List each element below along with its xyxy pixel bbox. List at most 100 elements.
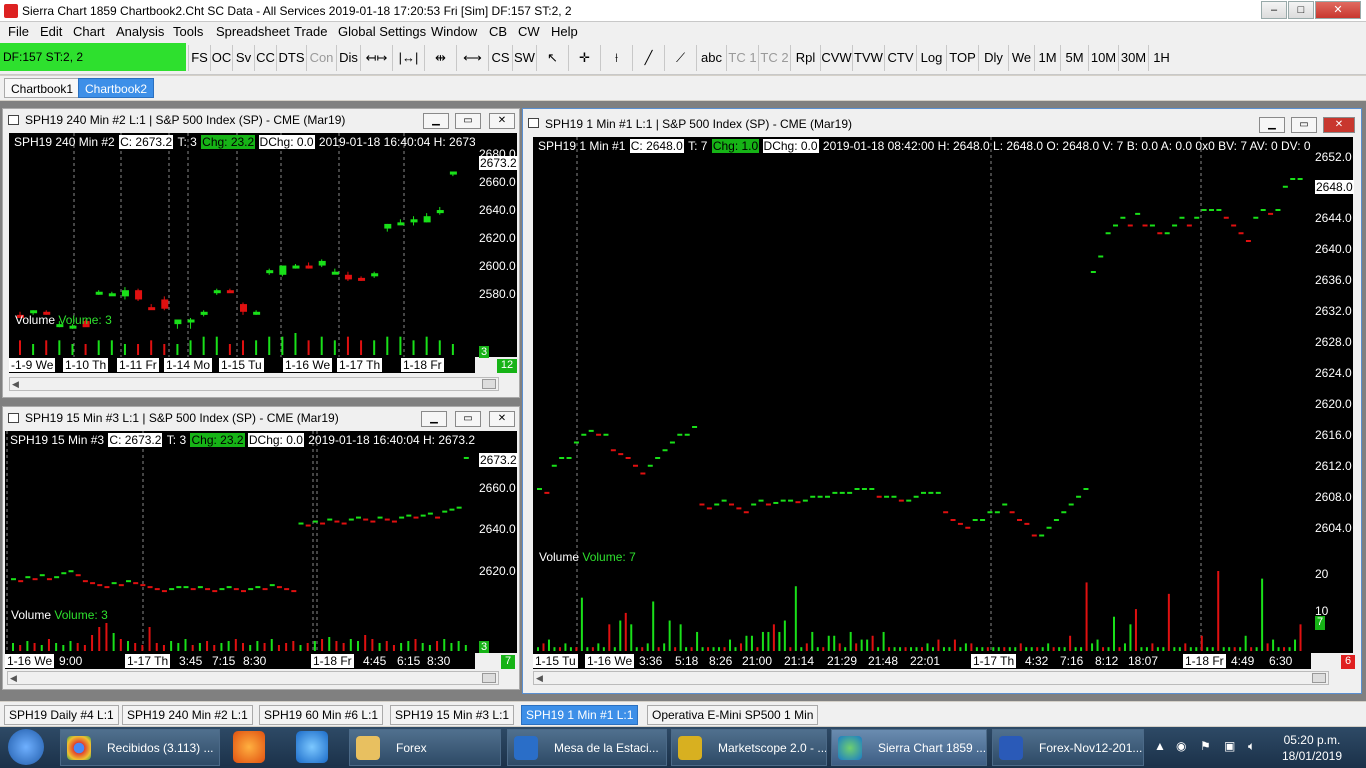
toolbar-button-14[interactable]: ✛ (568, 45, 600, 71)
toolbar-button-25[interactable]: Log (916, 45, 946, 71)
toolbar-button-33[interactable]: 1H (1148, 45, 1174, 71)
minimize-button[interactable]: – (1261, 1, 1287, 19)
menu-window[interactable]: Window (431, 24, 477, 39)
menu-cw[interactable]: CW (518, 24, 540, 39)
toolbar-button-15[interactable]: ⟊ (600, 45, 632, 71)
tab-daily[interactable]: SPH19 Daily #4 L:1 (4, 705, 119, 725)
tab-chartbook1[interactable]: Chartbook1 (4, 78, 81, 98)
menu-file[interactable]: File (8, 24, 29, 39)
internet-explorer-icon[interactable] (296, 731, 328, 763)
toolbar-button-3[interactable]: CC (254, 45, 276, 71)
menu-analysis[interactable]: Analysis (116, 24, 164, 39)
tab-60min[interactable]: SPH19 60 Min #6 L:1 (259, 705, 384, 725)
restore-icon[interactable]: ▭ (455, 411, 481, 427)
minimize-icon[interactable]: ▁ (421, 411, 447, 427)
menu-edit[interactable]: Edit (40, 24, 62, 39)
close-icon[interactable]: ✕ (1323, 117, 1355, 133)
taskbar-item-chrome[interactable]: Recibidos (3.113) ... (60, 729, 220, 766)
toolbar-button-4[interactable]: DTS (276, 45, 306, 71)
scroll-thumb[interactable] (482, 379, 496, 389)
toolbar-button-26[interactable]: TOP (946, 45, 978, 71)
toolbar-button-13[interactable]: ↖ (536, 45, 568, 71)
menu-spreadsheet[interactable]: Spreadsheet (216, 24, 290, 39)
scroll-thumb[interactable] (1312, 673, 1326, 683)
minimize-icon[interactable]: ▁ (423, 113, 449, 129)
tab-15min[interactable]: SPH19 15 Min #3 L:1 (390, 705, 515, 725)
toolbar-button-2[interactable]: Sv (232, 45, 254, 71)
toolbar-button-19[interactable]: TC 1 (726, 45, 758, 71)
chart-window-1min[interactable]: SPH19 1 Min #1 L:1 | S&P 500 Index (SP) … (522, 108, 1362, 694)
time-axis-15[interactable]: 1-16 We 9:00 1-17 Th 3:45 7:15 8:30 1-18… (5, 653, 475, 669)
firefox-icon[interactable] (233, 731, 265, 763)
price-axis-240[interactable]: 2680.0 2673.2 2660.0 2640.0 2620.0 2600.… (475, 133, 518, 358)
menu-chart[interactable]: Chart (73, 24, 105, 39)
toolbar-button-9[interactable]: ⇹ (424, 45, 456, 71)
scroll-left-icon[interactable]: ◀ (12, 379, 19, 390)
tab-operativa[interactable]: Operativa E-Mini SP500 1 Min (647, 705, 819, 725)
price-plot-240[interactable]: SPH19 240 Min #2 C: 2673.2 T: 3 Chg: 23.… (9, 133, 509, 357)
close-icon[interactable]: ✕ (489, 411, 515, 427)
price-axis-1[interactable]: 2652.0 2648.0 2644.0 2640.0 2636.0 2632.… (1311, 137, 1354, 653)
toolbar-button-27[interactable]: Dly (978, 45, 1008, 71)
maximize-button[interactable]: □ (1288, 1, 1314, 19)
toolbar-button-8[interactable]: |↔| (392, 45, 424, 71)
toolbar-button-32[interactable]: 30M (1118, 45, 1148, 71)
toolbar-button-30[interactable]: 5M (1060, 45, 1088, 71)
menu-tools[interactable]: Tools (173, 24, 203, 39)
taskbar-item-word[interactable]: Forex-Nov12-201... (992, 729, 1144, 766)
toolbar-button-7[interactable]: ↤↦ (360, 45, 392, 71)
toolbar-button-28[interactable]: We (1008, 45, 1034, 71)
chart-window-240min[interactable]: SPH19 240 Min #2 L:1 | S&P 500 Index (SP… (2, 108, 520, 398)
tab-chartbook2[interactable]: Chartbook2 (78, 78, 155, 98)
time-axis-1[interactable]: 1-15 Tu 1-16 We 3:36 5:18 8:26 21:00 21:… (533, 653, 1311, 669)
close-icon[interactable]: ✕ (489, 113, 515, 129)
toolbar-button-17[interactable]: ⟋ (664, 45, 696, 71)
volume-icon[interactable]: 🔈︎ (1248, 739, 1255, 754)
start-button[interactable] (8, 729, 44, 765)
menu-global-settings[interactable]: Global Settings (338, 24, 426, 39)
toolbar-button-29[interactable]: 1M (1034, 45, 1060, 71)
toolbar-button-11[interactable]: CS (488, 45, 512, 71)
menu-trade[interactable]: Trade (294, 24, 327, 39)
taskbar-item-forex[interactable]: Forex (349, 729, 501, 766)
toolbar-button-22[interactable]: CVW (820, 45, 852, 71)
price-plot-1[interactable]: SPH19 1 Min #1 C: 2648.0 T: 7 Chg: 1.0 D… (533, 137, 1311, 653)
toolbar-button-23[interactable]: TVW (852, 45, 884, 71)
network-status-icon[interactable]: ◉ (1176, 739, 1186, 753)
toolbar-button-20[interactable]: TC 2 (758, 45, 790, 71)
tab-1min[interactable]: SPH19 1 Min #1 L:1 (521, 705, 639, 725)
toolbar-button-1[interactable]: OC (210, 45, 232, 71)
toolbar-button-10[interactable]: ⟷ (456, 45, 488, 71)
menu-cb[interactable]: CB (489, 24, 507, 39)
horizontal-scrollbar[interactable]: ◀ (9, 377, 499, 391)
toolbar-button-24[interactable]: CTV (884, 45, 916, 71)
menu-help[interactable]: Help (551, 24, 578, 39)
toolbar-button-6[interactable]: Dis (336, 45, 360, 71)
taskbar-item-marketscope[interactable]: Marketscope 2.0 - ... (671, 729, 827, 766)
monitor-icon[interactable]: ▣ (1224, 739, 1235, 753)
system-clock[interactable]: 05:20 p.m. 18/01/2019 (1282, 732, 1342, 764)
toolbar-button-5[interactable]: Con (306, 45, 336, 71)
toolbar-button-0[interactable]: FS (188, 45, 210, 71)
restore-icon[interactable]: ▭ (455, 113, 481, 129)
time-axis-240[interactable]: -1-9 We 1-10 Th 1-11 Fr 1-14 Mo 1-15 Tu … (9, 357, 475, 373)
toolbar-button-21[interactable]: Rpl (790, 45, 820, 71)
horizontal-scrollbar[interactable]: ◀ (533, 671, 1329, 685)
taskbar-item-mesa[interactable]: Mesa de la Estaci... (507, 729, 667, 766)
toolbar-button-12[interactable]: SW (512, 45, 536, 71)
minimize-icon[interactable]: ▁ (1259, 117, 1285, 133)
price-axis-15[interactable]: 2673.2 2660.0 2640.0 2620.0 3 (475, 431, 518, 653)
tab-240min[interactable]: SPH19 240 Min #2 L:1 (122, 705, 253, 725)
horizontal-scrollbar[interactable]: ◀ (7, 671, 499, 685)
toolbar-button-16[interactable]: ╱ (632, 45, 664, 71)
scroll-thumb[interactable] (482, 673, 496, 683)
restore-icon[interactable]: ▭ (1291, 117, 1317, 133)
scroll-left-icon[interactable]: ◀ (10, 673, 17, 684)
toolbar-button-31[interactable]: 10M (1088, 45, 1118, 71)
show-hidden-icons-icon[interactable]: ▲ (1154, 739, 1166, 753)
close-button[interactable]: ✕ (1315, 1, 1361, 19)
flag-icon[interactable]: ⚑ (1200, 739, 1211, 753)
scroll-left-icon[interactable]: ◀ (536, 673, 543, 684)
toolbar-button-18[interactable]: abc (696, 45, 726, 71)
taskbar-item-sierra-chart[interactable]: Sierra Chart 1859 ... (831, 729, 987, 766)
